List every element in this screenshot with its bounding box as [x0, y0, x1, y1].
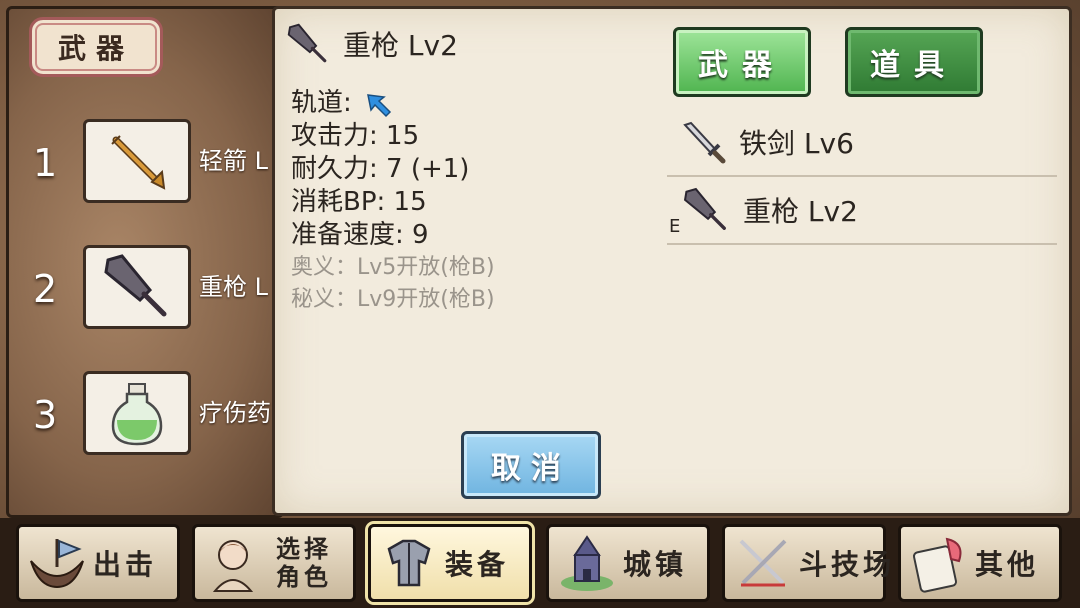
slot-number: 3 — [33, 393, 58, 437]
nav-other-button[interactable]: 其他 — [898, 524, 1062, 602]
nav-arena-button[interactable]: 斗技场 — [722, 524, 891, 602]
cancel-button[interactable]: 取消 — [461, 431, 601, 499]
bp-cost-stat: 消耗BP: 15 — [291, 187, 427, 217]
nav-town-button[interactable]: 城镇 — [546, 524, 710, 602]
nav-label: 选择角色 — [276, 535, 332, 591]
heavy-spear-icon — [104, 254, 167, 317]
prep-speed-stat: 准备速度: 9 — [291, 220, 429, 250]
equip-slot-2[interactable]: 2 重枪 L — [9, 245, 287, 335]
nav-label: 其他 — [975, 548, 1040, 581]
crossed-swords-icon — [739, 539, 787, 587]
slot-item-box[interactable] — [83, 119, 191, 203]
iron-sword-icon — [683, 121, 726, 164]
equip-slot-3[interactable]: 3 疗伤药 — [9, 371, 287, 461]
track-row: 轨道: — [291, 87, 495, 120]
scroll-quill-icon — [912, 537, 962, 593]
nav-label: 城镇 — [623, 548, 688, 581]
attack-stat: 攻击力: 15 — [291, 121, 420, 151]
arrow-icon — [111, 135, 166, 190]
tab-weapon[interactable]: 武器 — [673, 27, 811, 97]
equipped-marker: E — [669, 216, 681, 237]
town-castle-icon — [561, 535, 613, 591]
nav-equip-button[interactable]: 装备 — [368, 524, 532, 602]
nav-sortie-button[interactable]: 出击 — [16, 524, 180, 602]
inventory-item-name: 重枪 Lv2 — [743, 195, 858, 228]
track-direction-arrow-icon — [366, 93, 391, 117]
slot-number: 2 — [33, 267, 58, 311]
secret-skill-1: 奥义：Lv5开放(枪B) — [291, 255, 495, 280]
armor-icon — [387, 539, 431, 587]
nav-label: 出击 — [93, 548, 158, 581]
heavy-spear-icon — [287, 23, 327, 63]
inventory-item-name: 铁剑 Lv6 — [739, 127, 854, 160]
panel-title: 武器 — [29, 17, 163, 77]
item-detail-panel: 重枪 Lv2 轨道: 攻击力: 15 耐久力: 7 (+1) 消耗BP: 15 … — [272, 6, 1072, 516]
slot-label: 重枪 L — [199, 273, 268, 301]
selected-item-header: 重枪 Lv2 — [285, 21, 458, 67]
selected-item-name: 重枪 Lv2 — [343, 29, 458, 62]
character-icon — [212, 540, 254, 592]
slot-label: 轻箭 L — [199, 147, 268, 175]
sortie-ship-icon — [30, 539, 84, 589]
game-screen: 武器 1 轻箭 L 2 重枪 L 3 疗伤药 重枪 Lv2 轨道: 攻击力: 1… — [0, 0, 1080, 608]
list-item[interactable]: E 重枪 Lv2 — [667, 177, 1057, 245]
item-stats: 轨道: 攻击力: 15 耐久力: 7 (+1) 消耗BP: 15 准备速度: 9… — [291, 87, 495, 316]
durability-stat: 耐久力: 7 (+1) — [291, 154, 470, 184]
heavy-spear-icon — [683, 187, 726, 230]
slot-item-box[interactable] — [83, 371, 191, 455]
nav-label: 装备 — [445, 548, 510, 581]
equip-slot-1[interactable]: 1 轻箭 L — [9, 119, 287, 209]
equipment-slot-panel: 武器 1 轻箭 L 2 重枪 L 3 疗伤药 — [6, 6, 284, 518]
slot-number: 1 — [33, 141, 58, 185]
inventory-list: 铁剑 Lv6 E 重枪 Lv2 — [667, 109, 1057, 245]
potion-icon — [111, 383, 163, 446]
tab-item[interactable]: 道具 — [845, 27, 983, 97]
slot-item-box[interactable] — [83, 245, 191, 329]
nav-label: 斗技场 — [799, 548, 896, 581]
secret-skill-2: 秘义：Lv9开放(枪B) — [291, 287, 495, 312]
track-label: 轨道: — [291, 88, 352, 118]
bottom-nav: 出击 选择角色 装备 城镇 斗技场 其他 — [0, 518, 1080, 608]
list-item[interactable]: 铁剑 Lv6 — [667, 109, 1057, 177]
nav-select-character-button[interactable]: 选择角色 — [192, 524, 356, 602]
slot-label: 疗伤药 — [199, 399, 271, 427]
